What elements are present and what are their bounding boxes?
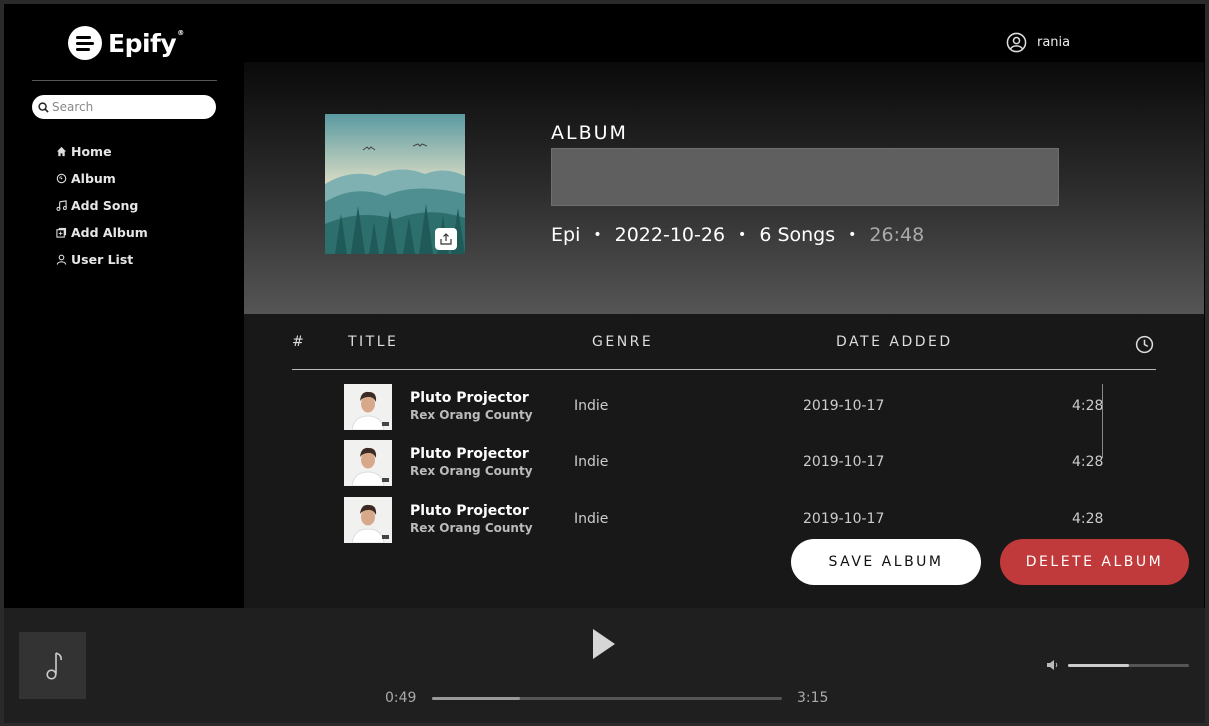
song-title: Pluto Projector (410, 390, 529, 406)
song-thumbnail (344, 440, 392, 486)
song-genre: Indie (574, 454, 609, 470)
play-button[interactable] (592, 628, 616, 660)
song-artist[interactable]: Rex Orang County (410, 464, 533, 478)
total-time: 3:15 (797, 690, 829, 706)
sidebar-divider (32, 80, 217, 81)
song-thumbnail (344, 384, 392, 430)
song-duration: 4:28 (1072, 398, 1104, 414)
meta-separator: • (738, 227, 747, 243)
song-thumbnail (344, 497, 392, 543)
elapsed-time: 0:49 (385, 690, 417, 706)
player-bar: 0:49 3:15 (4, 608, 1205, 723)
table-row[interactable]: Pluto Projector Rex Orang County Indie 2… (244, 384, 1124, 432)
song-date-added: 2019-10-17 (803, 511, 885, 527)
song-date-added: 2019-10-17 (803, 454, 885, 470)
search-input[interactable] (52, 100, 202, 114)
volume-slider[interactable] (1068, 664, 1189, 667)
sidebar-item-album[interactable]: Album (56, 165, 148, 192)
search-icon (38, 101, 49, 113)
song-date-added: 2019-10-17 (803, 398, 885, 414)
table-header-divider (292, 369, 1156, 370)
track-list-scrollbar[interactable] (1102, 384, 1103, 458)
upload-cover-button[interactable] (435, 228, 457, 250)
album-duration: 26:48 (869, 224, 925, 246)
song-artist[interactable]: Rex Orang County (410, 408, 533, 422)
column-header-title[interactable]: TITLE (348, 334, 398, 350)
album-icon (56, 173, 67, 184)
volume-icon[interactable] (1046, 659, 1059, 671)
sidebar-item-add-album[interactable]: Add Album (56, 219, 148, 246)
album-type-label: ALBUM (551, 122, 628, 144)
delete-album-button[interactable]: DELETE ALBUM (1000, 539, 1189, 585)
sidebar-item-label: Home (71, 144, 112, 159)
song-title: Pluto Projector (410, 446, 529, 462)
now-playing-artwork (19, 632, 86, 699)
volume-fill (1068, 664, 1129, 667)
search-box[interactable] (32, 95, 216, 119)
album-song-count: 6 Songs (759, 224, 836, 246)
sidebar-item-label: Add Album (71, 225, 148, 240)
music-note-icon (56, 200, 67, 211)
album-cover[interactable] (325, 114, 465, 254)
home-icon (56, 146, 67, 157)
sidebar-item-label: Add Song (71, 198, 139, 213)
sidebar-nav: Home Album Add Song Add Album User List (56, 138, 148, 273)
column-header-number: # (292, 334, 307, 350)
sidebar: Epify® Home Album Add Song Add Album Use… (4, 4, 244, 608)
music-note-icon (45, 651, 62, 680)
sidebar-item-user-list[interactable]: User List (56, 246, 148, 273)
table-row[interactable]: Pluto Projector Rex Orang County Indie 2… (244, 497, 1124, 545)
song-duration: 4:28 (1072, 511, 1104, 527)
save-album-button[interactable]: SAVE ALBUM (791, 539, 981, 585)
upload-icon (440, 233, 452, 245)
album-meta: Epi • 2022-10-26 • 6 Songs • 26:48 (551, 224, 924, 246)
clock-icon (1135, 335, 1154, 354)
table-row[interactable]: Pluto Projector Rex Orang County Indie 2… (244, 440, 1124, 488)
song-duration: 4:28 (1072, 454, 1104, 470)
user-icon (56, 254, 67, 265)
user-circle-icon (1006, 32, 1027, 53)
logo[interactable]: Epify® (68, 26, 184, 60)
sidebar-item-add-song[interactable]: Add Song (56, 192, 148, 219)
column-header-date-added[interactable]: DATE ADDED (836, 334, 953, 350)
song-artist[interactable]: Rex Orang County (410, 521, 533, 535)
add-album-icon (56, 227, 67, 238)
column-header-genre[interactable]: GENRE (592, 334, 653, 350)
song-genre: Indie (574, 511, 609, 527)
album-name-input[interactable] (551, 148, 1059, 206)
album-release-date: 2022-10-26 (614, 224, 726, 246)
username: rania (1037, 35, 1071, 50)
album-header: ALBUM Epi • 2022-10-26 • 6 Songs • 26:48 (244, 62, 1204, 314)
track-list: # TITLE GENRE DATE ADDED Pluto Projector… (244, 314, 1204, 608)
sidebar-item-label: User List (71, 252, 134, 267)
song-genre: Indie (574, 398, 609, 414)
meta-separator: • (848, 227, 857, 243)
brand-name: Epify® (108, 28, 184, 58)
meta-separator: • (593, 227, 602, 243)
sidebar-item-label: Album (71, 171, 116, 186)
album-artist: Epi (551, 224, 581, 246)
user-menu[interactable]: rania (1006, 32, 1070, 53)
progress-bar[interactable] (432, 697, 782, 700)
song-title: Pluto Projector (410, 503, 529, 519)
epify-logo-icon (68, 26, 102, 60)
progress-fill (432, 697, 520, 700)
sidebar-item-home[interactable]: Home (56, 138, 148, 165)
